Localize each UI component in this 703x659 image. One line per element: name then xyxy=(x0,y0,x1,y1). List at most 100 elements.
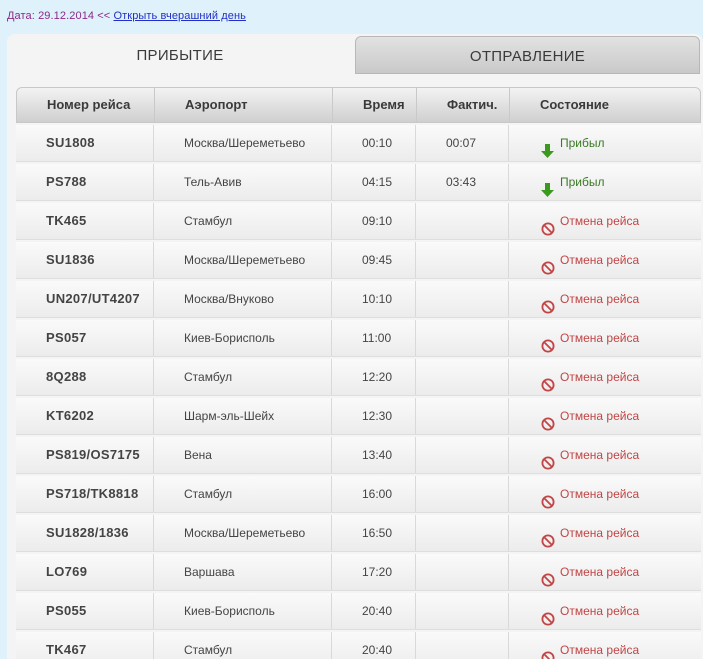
flight-number: PS788 xyxy=(16,164,154,200)
flight-status: Отмена рейса xyxy=(509,281,701,317)
airport-name: Москва/Шереметьево xyxy=(154,242,332,278)
table-row[interactable]: 8Q288 Стамбул 12:20 Отмена рейса xyxy=(16,359,701,396)
scheduled-time: 12:30 xyxy=(332,398,416,434)
cancel-icon xyxy=(541,604,555,626)
table-row[interactable]: PS055 Киев-Борисполь 20:40 Отмена рейса xyxy=(16,593,701,630)
flight-number: TK465 xyxy=(16,203,154,239)
airport-name: Стамбул xyxy=(154,203,332,239)
airport-name: Москва/Внуково xyxy=(154,281,332,317)
cancel-icon xyxy=(541,370,555,392)
flights-table: Номер рейса Аэропорт Время Фактич. Состо… xyxy=(16,87,701,659)
actual-time xyxy=(416,515,509,551)
airport-name: Стамбул xyxy=(154,476,332,512)
cancel-icon xyxy=(541,409,555,431)
airport-name: Шарм-эль-Шейх xyxy=(154,398,332,434)
cancel-icon xyxy=(541,565,555,587)
status-text: Отмена рейса xyxy=(560,331,640,345)
airport-name: Вена xyxy=(154,437,332,473)
flight-number: TK467 xyxy=(16,632,154,659)
status-text: Отмена рейса xyxy=(560,526,640,540)
flight-number: UN207/UT4207 xyxy=(16,281,154,317)
cancel-icon xyxy=(541,292,555,314)
flight-status: Отмена рейса xyxy=(509,593,701,629)
flight-number: SU1808 xyxy=(16,125,154,161)
column-header-actual[interactable]: Фактич. xyxy=(417,88,510,122)
status-text: Прибыл xyxy=(560,175,605,189)
status-text: Отмена рейса xyxy=(560,643,640,657)
table-row[interactable]: SU1836 Москва/Шереметьево 09:45 Отмена р… xyxy=(16,242,701,279)
cancel-icon xyxy=(541,253,555,275)
column-header-airport[interactable]: Аэропорт xyxy=(155,88,333,122)
scheduled-time: 12:20 xyxy=(332,359,416,395)
scheduled-time: 20:40 xyxy=(332,593,416,629)
flight-status: Отмена рейса xyxy=(509,554,701,590)
cancel-icon xyxy=(541,448,555,470)
actual-time xyxy=(416,554,509,590)
status-text: Прибыл xyxy=(560,136,605,150)
column-header-flight[interactable]: Номер рейса xyxy=(17,88,155,122)
flight-number: 8Q288 xyxy=(16,359,154,395)
column-header-time[interactable]: Время xyxy=(333,88,417,122)
table-row[interactable]: PS718/TK8818 Стамбул 16:00 Отмена рейса xyxy=(16,476,701,513)
airport-name: Стамбул xyxy=(154,359,332,395)
date-line: Дата: 29.12.2014 << Открыть вчерашний де… xyxy=(7,10,246,22)
flight-status: Отмена рейса xyxy=(509,515,701,551)
scheduled-time: 17:20 xyxy=(332,554,416,590)
status-text: Отмена рейса xyxy=(560,448,640,462)
table-row[interactable]: SU1808 Москва/Шереметьево 00:10 00:07 Пр… xyxy=(16,125,701,162)
table-row[interactable]: TK465 Стамбул 09:10 Отмена рейса xyxy=(16,203,701,240)
tab-departure[interactable]: ОТПРАВЛЕНИЕ xyxy=(355,36,700,74)
flight-status: Отмена рейса xyxy=(509,398,701,434)
date-label: Дата: 29.12.2014 << xyxy=(7,10,111,22)
status-text: Отмена рейса xyxy=(560,487,640,501)
scheduled-time: 16:50 xyxy=(332,515,416,551)
column-header-status[interactable]: Состояние xyxy=(510,88,700,122)
flight-number: LO769 xyxy=(16,554,154,590)
tab-arrival[interactable]: ПРИБЫТИЕ xyxy=(7,34,353,75)
table-row[interactable]: UN207/UT4207 Москва/Внуково 10:10 Отмена… xyxy=(16,281,701,318)
status-text: Отмена рейса xyxy=(560,214,640,228)
flight-status: Отмена рейса xyxy=(509,203,701,239)
actual-time xyxy=(416,359,509,395)
cancel-icon xyxy=(541,526,555,548)
airport-name: Киев-Борисполь xyxy=(154,320,332,356)
table-body: SU1808 Москва/Шереметьево 00:10 00:07 Пр… xyxy=(16,125,701,659)
scheduled-time: 16:00 xyxy=(332,476,416,512)
table-row[interactable]: PS057 Киев-Борисполь 11:00 Отмена рейса xyxy=(16,320,701,357)
cancel-icon xyxy=(541,643,555,659)
yesterday-link[interactable]: Открыть вчерашний день xyxy=(113,10,245,22)
actual-time xyxy=(416,398,509,434)
scheduled-time: 00:10 xyxy=(332,125,416,161)
status-text: Отмена рейса xyxy=(560,292,640,306)
table-row[interactable]: PS788 Тель-Авив 04:15 03:43 Прибыл xyxy=(16,164,701,201)
actual-time: 03:43 xyxy=(416,164,509,200)
flight-status: Отмена рейса xyxy=(509,437,701,473)
actual-time xyxy=(416,632,509,659)
actual-time xyxy=(416,203,509,239)
scheduled-time: 09:10 xyxy=(332,203,416,239)
cancel-icon xyxy=(541,487,555,509)
flight-status: Отмена рейса xyxy=(509,242,701,278)
status-text: Отмена рейса xyxy=(560,253,640,267)
actual-time xyxy=(416,320,509,356)
flight-status: Отмена рейса xyxy=(509,320,701,356)
airport-name: Тель-Авив xyxy=(154,164,332,200)
scheduled-time: 20:40 xyxy=(332,632,416,659)
table-row[interactable]: PS819/OS7175 Вена 13:40 Отмена рейса xyxy=(16,437,701,474)
airport-name: Стамбул xyxy=(154,632,332,659)
table-row[interactable]: KT6202 Шарм-эль-Шейх 12:30 Отмена рейса xyxy=(16,398,701,435)
airport-name: Киев-Борисполь xyxy=(154,593,332,629)
status-text: Отмена рейса xyxy=(560,409,640,423)
airport-name: Москва/Шереметьево xyxy=(154,515,332,551)
actual-time xyxy=(416,476,509,512)
arrow-down-icon xyxy=(541,136,554,158)
flight-number: PS819/OS7175 xyxy=(16,437,154,473)
table-row[interactable]: TK467 Стамбул 20:40 Отмена рейса xyxy=(16,632,701,659)
scheduled-time: 13:40 xyxy=(332,437,416,473)
table-row[interactable]: LO769 Варшава 17:20 Отмена рейса xyxy=(16,554,701,591)
table-row[interactable]: SU1828/1836 Москва/Шереметьево 16:50 Отм… xyxy=(16,515,701,552)
cancel-icon xyxy=(541,331,555,353)
status-text: Отмена рейса xyxy=(560,370,640,384)
airport-name: Варшава xyxy=(154,554,332,590)
actual-time xyxy=(416,593,509,629)
